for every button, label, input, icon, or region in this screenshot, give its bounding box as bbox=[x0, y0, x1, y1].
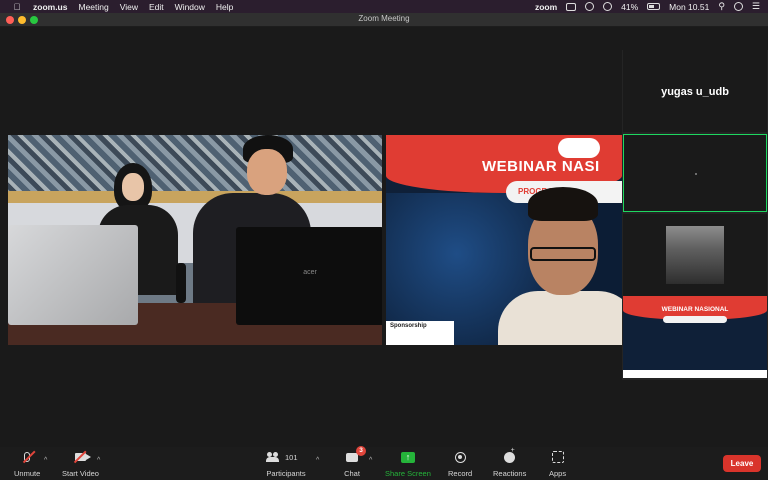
window-title-bar: Zoom Meeting bbox=[0, 13, 768, 27]
participant-name: yugas u_udb bbox=[661, 86, 729, 98]
start-video-label: Start Video bbox=[62, 469, 99, 478]
reactions-button[interactable]: + Reactions bbox=[493, 447, 527, 478]
participant-card-avatar[interactable] bbox=[623, 214, 767, 296]
share-screen-icon: ↑ bbox=[400, 450, 416, 464]
unmute-button[interactable]: Unmute bbox=[14, 450, 40, 478]
participant-video-presenter bbox=[498, 187, 622, 345]
chat-icon: 3 bbox=[344, 446, 366, 464]
start-video-button[interactable]: Start Video bbox=[62, 450, 99, 478]
chat-button[interactable]: 3 Chat bbox=[344, 446, 366, 478]
share-screen-button[interactable]: ↑ Share Screen bbox=[385, 450, 431, 478]
mac-menu-bar:  zoom.us Meeting View Edit Window Help … bbox=[0, 0, 768, 13]
zoom-status-label[interactable]: zoom bbox=[535, 2, 557, 12]
menu-status-area: zoom 41% Mon 10.51 ⚲ ☰ bbox=[535, 0, 760, 13]
organizer-logo bbox=[558, 138, 600, 158]
reactions-label: Reactions bbox=[493, 469, 527, 478]
sponsor-panel: Sponsorship bbox=[386, 321, 454, 345]
participants-count: 101 bbox=[285, 452, 298, 462]
wifi-icon[interactable] bbox=[603, 2, 613, 11]
participant-strip: yugas u_udb WEBINAR NASIONAL bbox=[622, 50, 768, 380]
chat-unread-badge: 3 bbox=[356, 446, 366, 456]
meeting-controls: Unmute ^ Start Video ^ 101 Participants … bbox=[0, 446, 768, 480]
record-label: Record bbox=[448, 469, 473, 478]
muted-mic-icon bbox=[19, 450, 36, 464]
video-tile-room[interactable]: acer bbox=[8, 135, 382, 345]
participants-options-caret[interactable]: ^ bbox=[316, 457, 319, 464]
search-icon[interactable]: ⚲ bbox=[718, 1, 725, 12]
face bbox=[122, 173, 144, 201]
apps-label: Apps bbox=[549, 469, 567, 478]
clock[interactable]: Mon 10.51 bbox=[669, 2, 709, 12]
laptop-black: acer bbox=[236, 227, 382, 325]
mini-footer bbox=[623, 370, 767, 378]
menu-help[interactable]: Help bbox=[216, 2, 233, 12]
menu-meeting[interactable]: Meeting bbox=[78, 2, 108, 12]
laptop-brand: acer bbox=[303, 269, 317, 276]
video-options-caret[interactable]: ^ bbox=[97, 457, 100, 464]
participants-button[interactable]: 101 Participants bbox=[266, 450, 306, 478]
window-title: Zoom Meeting bbox=[358, 14, 410, 23]
hair bbox=[528, 187, 598, 221]
video-tile-presenter[interactable]: WEBINAR NASI PROGRAMMIN Sponsorship bbox=[386, 135, 622, 345]
participant-card-share-preview[interactable]: WEBINAR NASIONAL bbox=[623, 296, 767, 378]
video-off-indicator bbox=[695, 173, 697, 175]
apps-button[interactable]: Apps bbox=[549, 450, 566, 478]
record-icon bbox=[452, 450, 468, 464]
participants-icon: 101 bbox=[266, 450, 306, 464]
mini-banner-subtitle bbox=[663, 316, 727, 323]
menu-view[interactable]: View bbox=[120, 2, 138, 12]
participant-avatar bbox=[666, 226, 724, 284]
battery-icon[interactable] bbox=[647, 3, 661, 10]
reactions-icon: + bbox=[502, 447, 518, 464]
record-button[interactable]: Record bbox=[448, 450, 472, 478]
chat-label: Chat bbox=[344, 469, 360, 478]
share-screen-label: Share Screen bbox=[385, 469, 431, 478]
apple-icon[interactable]:  bbox=[10, 2, 24, 12]
glasses bbox=[530, 247, 596, 261]
menu-window[interactable]: Window bbox=[175, 2, 205, 12]
video-off-icon bbox=[72, 450, 91, 464]
control-center-icon[interactable] bbox=[733, 2, 743, 11]
leave-button[interactable]: Leave bbox=[723, 455, 761, 472]
apps-icon bbox=[550, 450, 566, 464]
menu-app-name[interactable]: zoom.us bbox=[33, 2, 67, 12]
microphone bbox=[176, 263, 186, 303]
shirt bbox=[498, 291, 622, 345]
chat-options-caret[interactable]: ^ bbox=[369, 457, 372, 464]
participant-card-active-speaker[interactable] bbox=[623, 134, 767, 212]
screen-share-tray-icon[interactable] bbox=[566, 2, 577, 11]
sync-tray-icon[interactable] bbox=[585, 2, 595, 11]
participants-label: Participants bbox=[266, 469, 306, 478]
participant-card-name[interactable]: yugas u_udb bbox=[623, 50, 767, 132]
laptop-silver bbox=[8, 225, 138, 325]
face bbox=[247, 149, 287, 195]
sponsor-label: Sponsorship bbox=[390, 323, 427, 329]
webinar-banner-title: WEBINAR NASI bbox=[482, 158, 600, 175]
unmute-label: Unmute bbox=[14, 469, 41, 478]
menu-edit[interactable]: Edit bbox=[149, 2, 164, 12]
meeting-stage: acer WEBINAR NASI PROGRAMMIN Sponsorship… bbox=[0, 27, 768, 447]
mini-banner-title: WEBINAR NASIONAL bbox=[661, 306, 729, 313]
battery-percent: 41% bbox=[621, 1, 639, 12]
menu-list-icon[interactable]: ☰ bbox=[752, 1, 760, 12]
audio-options-caret[interactable]: ^ bbox=[44, 457, 47, 464]
